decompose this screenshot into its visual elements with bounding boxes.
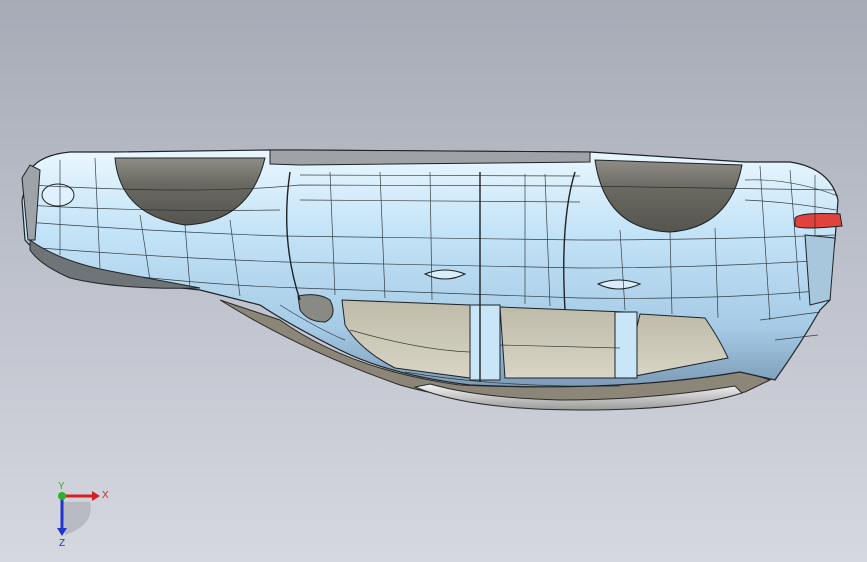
car-body-model[interactable]	[0, 0, 867, 562]
coordinate-triad: X Y Z	[57, 481, 109, 549]
z-axis-label: Z	[59, 538, 65, 549]
tail-light	[794, 213, 843, 229]
c-pillar	[614, 311, 638, 379]
roof-edge	[269, 149, 591, 166]
graphics-viewport[interactable]: X Y Z	[0, 0, 867, 562]
x-axis-arrow	[92, 491, 100, 501]
triad-shadow	[62, 502, 91, 535]
y-axis-label: Y	[58, 481, 65, 492]
rear-bumper	[804, 234, 836, 306]
y-axis-dot	[58, 492, 66, 500]
rear-window	[499, 306, 626, 379]
x-axis-label: X	[102, 490, 109, 501]
b-pillar	[469, 304, 501, 381]
